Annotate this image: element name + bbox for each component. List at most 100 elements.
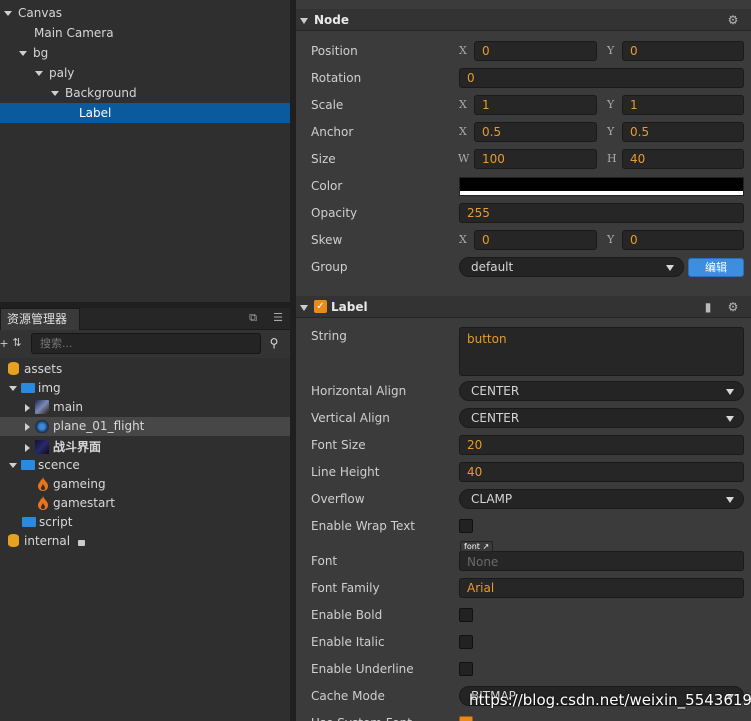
axis-y-label: Y [607,44,615,57]
horizontal-align-select[interactable]: CENTER [459,381,744,401]
scale-y-input[interactable]: 1 [622,95,744,115]
position-x-input[interactable]: 0 [474,41,597,61]
tree-item-label: Main Camera [34,26,114,40]
search-input[interactable]: 搜索... [31,333,261,354]
collapse-arrow-icon[interactable] [300,17,308,24]
chevron-down-icon [726,416,734,422]
component-enabled-checkbox[interactable]: ✓ [314,300,327,313]
tree-item-label: Canvas [18,6,63,20]
expand-arrow-icon[interactable] [9,386,17,391]
enable-underline-checkbox[interactable] [459,662,473,676]
color-picker-swatch[interactable] [459,177,744,196]
enable-wrap-text-checkbox[interactable] [459,519,473,533]
asset-item-label: gameing [53,477,106,491]
sort-icon[interactable]: ⇅ [11,337,23,349]
string-value: button [467,332,507,346]
asset-item-plane[interactable]: plane_01_flight [0,417,290,436]
color-label: Color [311,179,343,193]
enable-italic-checkbox[interactable] [459,635,473,649]
tree-item-main-camera[interactable]: Main Camera [0,23,290,43]
axis-x-label: X [459,233,467,246]
asset-item-scence[interactable]: scence [0,456,290,475]
rotation-input[interactable]: 0 [459,68,744,88]
skew-x-input[interactable]: 0 [474,230,597,250]
collapse-arrow-icon[interactable] [300,304,308,311]
font-tag-label: font [464,542,480,551]
tree-item-background[interactable]: Background [0,83,290,103]
group-select-value: default [471,260,514,274]
font-size-label: Font Size [311,438,366,452]
enable-wrap-text-label: Enable Wrap Text [311,519,416,533]
book-icon[interactable]: ▮ [701,296,715,318]
collapse-arrow-icon[interactable] [25,403,30,412]
asset-item-battle-ui[interactable]: 战斗界面 [0,438,290,457]
tree-item-label-node[interactable]: Label [0,103,290,123]
line-height-input[interactable]: 40 [459,462,744,482]
folder-icon [21,459,35,470]
collapse-arrow-icon[interactable] [25,443,30,452]
font-family-input[interactable]: Arial [459,578,744,598]
expand-arrow-icon[interactable] [9,463,17,468]
search-icon[interactable]: ⚲ [268,337,280,349]
alpha-bar [460,191,743,195]
asset-item-label: assets [24,362,63,376]
expand-arrow-icon[interactable] [51,91,59,96]
enable-bold-checkbox[interactable] [459,608,473,622]
folder-icon [22,516,36,527]
overflow-select[interactable]: CLAMP [459,489,744,509]
asset-item-gameing[interactable]: gameing [0,475,290,494]
menu-icon[interactable]: ☰ [272,312,284,324]
collapse-arrow-icon[interactable] [25,422,30,431]
vertical-align-select[interactable]: CENTER [459,408,744,428]
anchor-label: Anchor [311,125,354,139]
gear-icon[interactable]: ⚙ [726,9,740,31]
asset-item-img[interactable]: img [0,379,290,398]
anchor-y-input[interactable]: 0.5 [622,122,744,142]
edit-group-button[interactable]: 编辑 [688,258,744,277]
node-section-header[interactable]: Node ⚙ [296,9,751,31]
label-section-header[interactable]: ✓ Label ▮ ⚙ [296,296,751,318]
size-label: Size [311,152,336,166]
font-asset-field[interactable]: None [459,551,744,571]
expand-arrow-icon[interactable] [19,51,27,56]
skew-label: Skew [311,233,343,247]
search-placeholder: 搜索... [40,337,73,350]
font-size-input[interactable]: 20 [459,435,744,455]
asset-item-internal[interactable]: internal [0,532,290,551]
group-select[interactable]: default [459,257,684,277]
asset-item-label: main [53,400,83,414]
gear-icon[interactable]: ⚙ [726,296,740,318]
skew-y-input[interactable]: 0 [622,230,744,250]
rotation-label: Rotation [311,71,362,85]
select-value: CLAMP [471,492,513,506]
tree-item-label: Background [65,86,137,100]
assets-tab[interactable]: 资源管理器 [0,308,80,330]
enable-bold-label: Enable Bold [311,608,383,622]
position-label: Position [311,44,358,58]
size-h-input[interactable]: 40 [622,149,744,169]
expand-arrow-icon[interactable] [35,71,43,76]
watermark-text: https://blog.csdn.net/weixin_55436193 [469,691,751,709]
use-system-font-checkbox[interactable] [459,716,473,721]
chevron-down-icon [666,265,674,271]
popout-icon[interactable]: ⧉ [247,312,259,324]
asset-item-script[interactable]: script [0,513,290,532]
font-asset-tag[interactable]: font ↗ [460,541,494,552]
position-y-input[interactable]: 0 [622,41,744,61]
size-w-input[interactable]: 100 [474,149,597,169]
add-icon[interactable]: + [0,338,10,350]
flame-icon [38,495,48,510]
asset-item-main[interactable]: main [0,398,290,417]
expand-arrow-icon[interactable] [4,11,12,16]
string-textarea[interactable]: button [459,327,744,376]
opacity-input[interactable]: 255 [459,203,744,223]
plane-thumbnail-icon [35,418,49,433]
anchor-x-input[interactable]: 0.5 [474,122,597,142]
scale-x-input[interactable]: 1 [474,95,597,115]
asset-item-gamestart[interactable]: gamestart [0,494,290,513]
asset-item-label: script [39,515,73,529]
asset-item-assets[interactable]: assets [0,360,290,379]
tree-item-bg[interactable]: bg [0,43,290,63]
tree-item-paly[interactable]: paly [0,63,290,83]
tree-item-canvas[interactable]: Canvas [0,3,290,23]
